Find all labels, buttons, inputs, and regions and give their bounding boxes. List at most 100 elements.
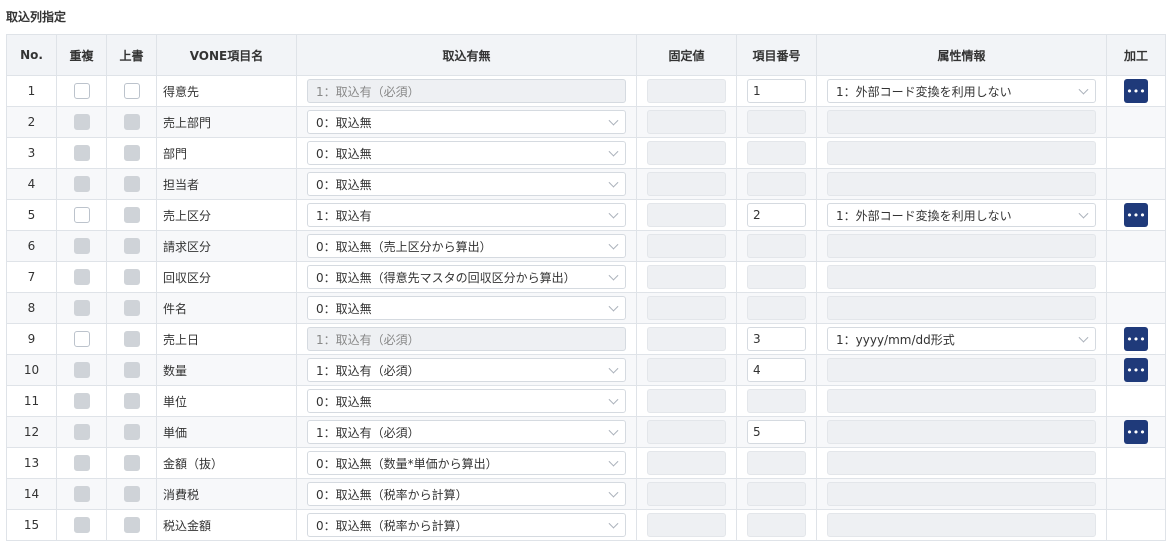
import-select[interactable]: 0：取込無（税率から計算） [307,482,626,506]
attribute-select [827,420,1096,444]
action-cell: ••• [1106,75,1166,107]
fixed-value-cell [636,75,737,107]
item-number-input [747,265,806,289]
overwrite-checkbox [123,424,140,440]
duplicate-cell [56,416,107,448]
table-row: 8 件名 0：取込無 [6,292,1166,324]
row-number: 11 [6,385,57,417]
overwrite-cell [106,478,157,510]
item-number-cell [736,230,817,262]
import-select[interactable]: 0：取込無（売上区分から算出） [307,234,626,258]
duplicate-cell [56,75,107,107]
overwrite-cell [106,168,157,200]
duplicate-checkbox [73,424,90,440]
item-name: 売上部門 [156,106,297,138]
import-select-value: 0：取込無 [316,177,372,192]
overwrite-cell [106,323,157,355]
table-row: 2 売上部門 0：取込無 [6,106,1166,138]
action-cell [1106,168,1166,200]
item-number-input [747,172,806,196]
duplicate-cell [56,447,107,479]
item-name: 回収区分 [156,261,297,293]
item-name: 金額（抜） [156,447,297,479]
import-select[interactable]: 0：取込無（得意先マスタの回収区分から算出） [307,265,626,289]
item-number-input[interactable]: 2 [747,203,806,227]
import-cell: 0：取込無（数量*単価から算出） [296,447,637,479]
action-cell [1106,478,1166,510]
attribute-select[interactable]: 1：yyyy/mm/dd形式 [827,327,1096,351]
chevron-down-icon [608,208,619,219]
item-number-input[interactable]: 5 [747,420,806,444]
item-number-input[interactable]: 1 [747,79,806,103]
import-cell: 0：取込無（得意先マスタの回収区分から算出） [296,261,637,293]
table-row: 5 売上区分 1：取込有 2 1：外部コード変換を利用しない ••• [6,199,1166,231]
process-button[interactable]: ••• [1124,203,1148,227]
fixed-value-cell [636,385,737,417]
import-select[interactable]: 0：取込無（税率から計算） [307,513,626,537]
fixed-value-cell [636,199,737,231]
process-button[interactable]: ••• [1124,420,1148,444]
attribute-select[interactable]: 1：外部コード変換を利用しない [827,203,1096,227]
attribute-select [827,513,1096,537]
row-number: 14 [6,478,57,510]
action-cell [1106,447,1166,479]
import-select[interactable]: 0：取込無 [307,172,626,196]
item-number-input[interactable]: 3 [747,327,806,351]
item-number-input [747,482,806,506]
import-select[interactable]: 0：取込無 [307,110,626,134]
attribute-select [827,451,1096,475]
overwrite-checkbox [123,331,140,347]
overwrite-checkbox [123,238,140,254]
duplicate-checkbox[interactable] [73,83,90,99]
attribute-select[interactable]: 1：外部コード変換を利用しない [827,79,1096,103]
item-number-cell [736,106,817,138]
item-number-cell: 2 [736,199,817,231]
row-number: 4 [6,168,57,200]
fixed-value-cell [636,261,737,293]
attribute-select [827,234,1096,258]
fixed-value-cell [636,292,737,324]
attribute-cell [816,230,1107,262]
item-number-cell [736,261,817,293]
section-title: 取込列指定 [6,10,67,24]
import-cell: 1：取込有 [296,199,637,231]
duplicate-checkbox[interactable] [73,207,90,223]
table-row: 9 売上日 1：取込有（必須） 3 1：yyyy/mm/dd形式 ••• [6,323,1166,355]
overwrite-checkbox[interactable] [123,83,140,99]
process-button[interactable]: ••• [1124,79,1148,103]
item-number-input [747,234,806,258]
duplicate-checkbox[interactable] [73,331,90,347]
fixed-value-cell [636,416,737,448]
item-name: 売上日 [156,323,297,355]
item-number-input [747,110,806,134]
item-number-input[interactable]: 4 [747,358,806,382]
process-button[interactable]: ••• [1124,327,1148,351]
item-number-cell [736,509,817,541]
import-select[interactable]: 0：取込無（数量*単価から算出） [307,451,626,475]
import-select[interactable]: 0：取込無 [307,141,626,165]
import-select[interactable]: 0：取込無 [307,296,626,320]
item-number-input [747,513,806,537]
item-name: 部門 [156,137,297,169]
header-action: 加工 [1106,34,1166,76]
row-number: 1 [6,75,57,107]
fixed-value-input [647,203,726,227]
overwrite-cell [106,137,157,169]
import-select[interactable]: 1：取込有（必須） [307,420,626,444]
attribute-select-value: 1：yyyy/mm/dd形式 [836,332,955,347]
row-number: 7 [6,261,57,293]
row-number: 5 [6,199,57,231]
fixed-value-input [647,420,726,444]
import-select[interactable]: 0：取込無 [307,389,626,413]
process-button[interactable]: ••• [1124,358,1148,382]
row-number: 12 [6,416,57,448]
duplicate-checkbox [73,114,90,130]
fixed-value-input [647,110,726,134]
fixed-value-cell [636,354,737,386]
import-select[interactable]: 1：取込有 [307,203,626,227]
import-select[interactable]: 1：取込有（必須） [307,358,626,382]
row-number: 13 [6,447,57,479]
overwrite-cell [106,106,157,138]
import-cell: 0：取込無 [296,168,637,200]
fixed-value-input [647,172,726,196]
